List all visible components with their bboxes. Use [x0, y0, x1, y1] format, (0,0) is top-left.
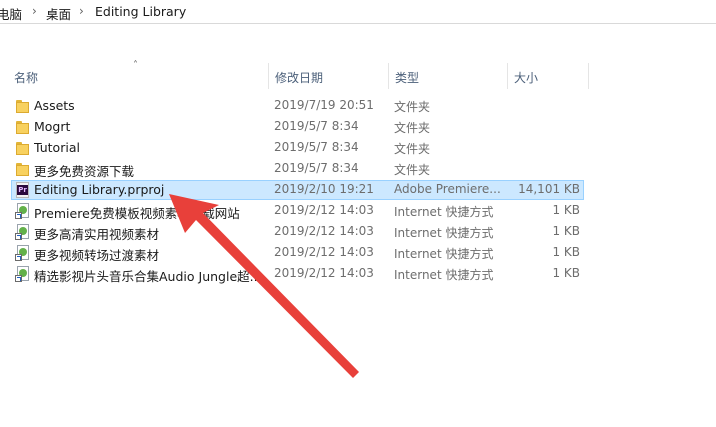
file-type: 文件夹 [394, 121, 431, 135]
file-name: Assets [34, 98, 75, 113]
file-type: Internet 快捷方式 [394, 205, 494, 219]
column-divider[interactable] [388, 63, 389, 89]
file-name: 更多免费资源下载 [34, 164, 135, 179]
file-date: 2019/2/12 14:03 [274, 224, 374, 238]
column-header-type[interactable]: 类型 [395, 69, 419, 86]
file-date: 2019/2/12 14:03 [274, 203, 374, 217]
internet-shortcut-icon [15, 245, 31, 261]
file-row[interactable]: Tutorial 2019/5/7 8:34 文件夹 [11, 138, 584, 158]
file-name: 精选影视片头音乐合集Audio Jungle超... [34, 269, 260, 284]
file-type: 文件夹 [394, 142, 431, 156]
column-header-name[interactable]: 名称 [14, 69, 38, 86]
premiere-badge: Pr [17, 185, 28, 195]
folder-icon [15, 119, 31, 135]
file-date: 2019/2/12 14:03 [274, 266, 374, 280]
file-row-selected[interactable]: Pr Editing Library.prproj 2019/2/10 19:2… [11, 180, 584, 200]
file-explorer-window: 电脑 › 桌面 › Editing Library ˄ 名称 修改日期 类型 大… [0, 0, 716, 427]
file-date: 2019/5/7 8:34 [274, 119, 359, 133]
folder-icon [15, 140, 31, 156]
breadcrumb-item-desktop[interactable]: 桌面 [46, 4, 71, 23]
file-row[interactable]: 更多免费资源下载 2019/5/7 8:34 文件夹 [11, 159, 584, 179]
folder-icon [15, 161, 31, 177]
file-name: 更多视频转场过渡素材 [34, 248, 160, 263]
chevron-right-icon[interactable]: › [32, 4, 37, 18]
column-header-row: ˄ 名称 修改日期 类型 大小 [0, 60, 716, 89]
folder-icon [15, 98, 31, 114]
file-type: Adobe Premiere... [394, 182, 501, 196]
file-row[interactable]: Assets 2019/7/19 20:51 文件夹 [11, 96, 584, 116]
file-row[interactable]: 更多高清实用视频素材 2019/2/12 14:03 Internet 快捷方式… [11, 222, 584, 242]
file-name: Premiere免费模板视频素材下载网站 [34, 206, 240, 221]
file-name: Mogrt [34, 119, 71, 134]
internet-shortcut-icon [15, 224, 31, 240]
premiere-project-icon: Pr [15, 182, 31, 198]
file-name: Editing Library.prproj [34, 182, 165, 197]
column-divider[interactable] [268, 63, 269, 89]
file-size: 1 KB [552, 203, 580, 217]
breadcrumb: 电脑 › 桌面 › Editing Library [0, 0, 716, 24]
file-type: 文件夹 [394, 100, 431, 114]
file-row[interactable]: Mogrt 2019/5/7 8:34 文件夹 [11, 117, 584, 137]
toolbar-strip [0, 25, 716, 63]
breadcrumb-item-computer[interactable]: 电脑 [0, 4, 22, 23]
file-date: 2019/2/12 14:03 [274, 245, 374, 259]
file-size: 1 KB [552, 224, 580, 238]
file-size: 1 KB [552, 266, 580, 280]
column-divider[interactable] [507, 63, 508, 89]
file-size: 1 KB [552, 245, 580, 259]
column-header-date[interactable]: 修改日期 [275, 69, 323, 86]
file-row[interactable]: Premiere免费模板视频素材下载网站 2019/2/12 14:03 Int… [11, 201, 584, 221]
column-divider[interactable] [588, 63, 589, 89]
file-size: 14,101 KB [518, 182, 580, 196]
file-date: 2019/5/7 8:34 [274, 161, 359, 175]
internet-shortcut-icon [15, 203, 31, 219]
file-date: 2019/5/7 8:34 [274, 140, 359, 154]
file-type: Internet 快捷方式 [394, 247, 494, 261]
file-row[interactable]: 更多视频转场过渡素材 2019/2/12 14:03 Internet 快捷方式… [11, 243, 584, 263]
breadcrumb-item-current-folder[interactable]: Editing Library [95, 4, 186, 19]
file-type: Internet 快捷方式 [394, 268, 494, 282]
file-name: 更多高清实用视频素材 [34, 227, 160, 242]
column-header-size[interactable]: 大小 [514, 69, 538, 86]
internet-shortcut-icon [15, 266, 31, 282]
sort-ascending-icon: ˄ [133, 60, 138, 71]
file-type: 文件夹 [394, 163, 431, 177]
file-date: 2019/7/19 20:51 [274, 98, 374, 112]
chevron-right-icon[interactable]: › [79, 4, 84, 18]
file-type: Internet 快捷方式 [394, 226, 494, 240]
file-row[interactable]: 精选影视片头音乐合集Audio Jungle超... 2019/2/12 14:… [11, 264, 584, 284]
file-name: Tutorial [34, 140, 80, 155]
file-date: 2019/2/10 19:21 [274, 182, 374, 196]
